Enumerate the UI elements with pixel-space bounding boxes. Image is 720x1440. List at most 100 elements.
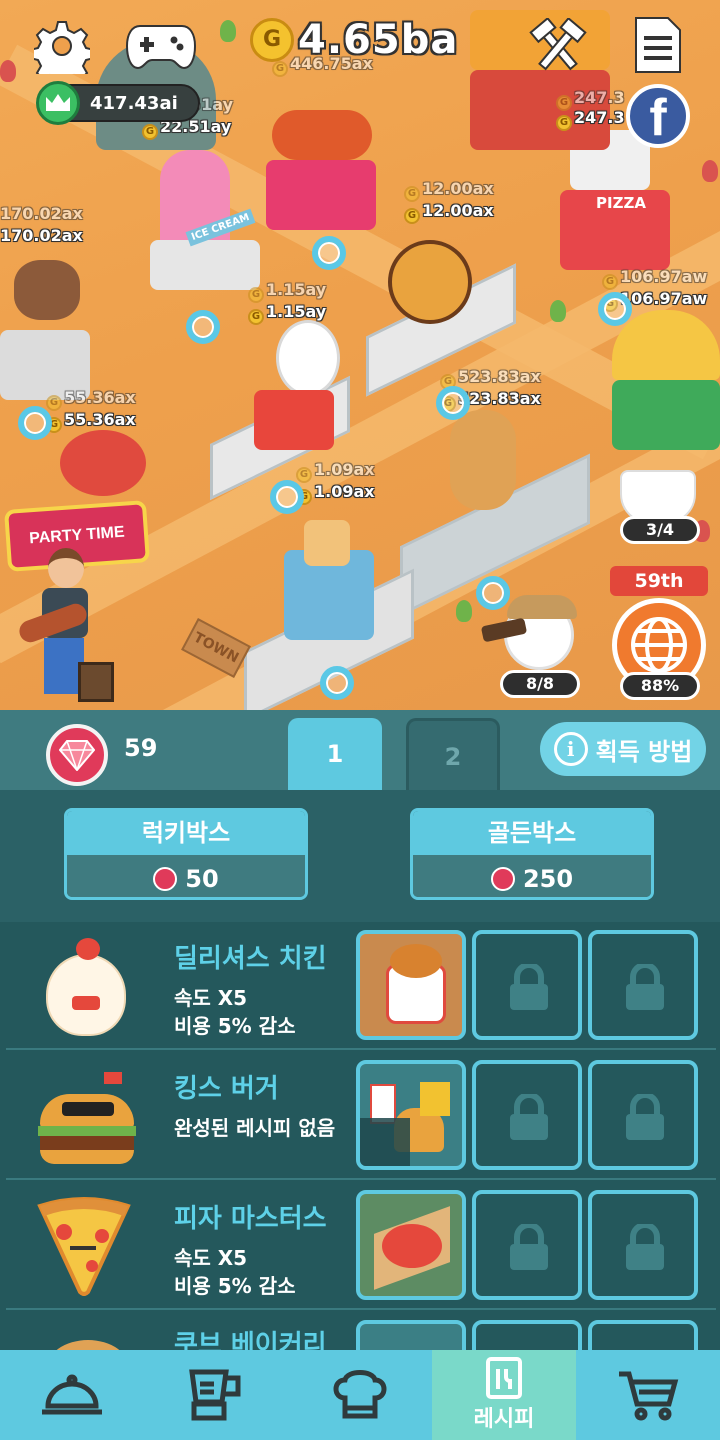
golden-box-button[interactable]: 골든박스 250: [410, 808, 654, 900]
lucky-box-button[interactable]: 럭키박스 50: [64, 808, 308, 900]
nav-serving[interactable]: [0, 1350, 144, 1440]
upgrade-ring-button[interactable]: [320, 666, 354, 700]
lock-icon: [626, 964, 664, 1010]
how-to-get-label: 획득 방법: [595, 737, 693, 766]
coffee-counter: 3/4: [620, 516, 700, 544]
document-icon[interactable]: [634, 16, 682, 74]
pancake-building[interactable]: [400, 410, 600, 617]
party-time-label: PARTY TIME: [28, 523, 126, 548]
upgrade-ring-button[interactable]: [312, 236, 346, 270]
gem-bar: 59 1 2 i 획득 방법: [0, 710, 720, 790]
earning-label: G 1.09ax: [296, 460, 375, 483]
recipe-slot-locked[interactable]: [588, 1320, 698, 1350]
crown-currency: 417.43ai: [36, 81, 200, 125]
golden-box-label: 골든박스: [413, 811, 651, 855]
recipe-row[interactable]: 딜리셔스 치킨 속도 X5 비용 5% 감소: [6, 922, 716, 1050]
coin-icon: G: [248, 309, 264, 325]
recipe-list[interactable]: 딜리셔스 치킨 속도 X5 비용 5% 감소 킹스 버거 완성된 레시피 없음: [0, 922, 720, 1350]
upgrade-ring-button[interactable]: [18, 406, 52, 440]
nav-chef[interactable]: [288, 1350, 432, 1440]
toast-building[interactable]: [244, 520, 424, 710]
settings-gear-icon[interactable]: [29, 18, 95, 87]
recipe-slot-locked[interactable]: [472, 1190, 582, 1300]
recipe-slot-pizza[interactable]: [356, 1190, 466, 1300]
hammers-icon[interactable]: [528, 16, 588, 74]
recipe-slot-locked[interactable]: [588, 1060, 698, 1170]
tab-page-1[interactable]: 1: [288, 718, 382, 790]
city-map[interactable]: ICE CREAM PIZZA TOWN 51ay G 22.51ay G 24…: [0, 0, 720, 710]
tree: [702, 160, 718, 182]
globe-percent: 88%: [620, 672, 700, 700]
how-to-get-button[interactable]: i 획득 방법: [540, 722, 706, 776]
amplifier: [78, 662, 114, 702]
nav-recipe[interactable]: 레시피: [432, 1350, 576, 1440]
nav-shop[interactable]: [576, 1350, 720, 1440]
coin-icon: G: [296, 467, 312, 483]
pizza-building[interactable]: PIZZA: [560, 130, 670, 280]
burger-building[interactable]: [366, 240, 526, 397]
recipe-book-icon: [486, 1357, 522, 1399]
recipe-desc: 완성된 레시피 없음: [174, 1116, 336, 1140]
upgrade-ring-button[interactable]: [476, 576, 510, 610]
crown-icon: [36, 81, 80, 125]
recipe-slot-locked[interactable]: [472, 1060, 582, 1170]
recipe-slot-burger-set[interactable]: [356, 1060, 466, 1170]
upgrade-ring-button[interactable]: [270, 480, 304, 514]
serving-cloche-icon: [42, 1374, 102, 1415]
recipe-name: 딜리셔스 치킨: [174, 944, 327, 974]
tree: [456, 600, 472, 622]
gamepad-icon[interactable]: [125, 22, 197, 70]
tree: [0, 60, 16, 82]
facebook-icon[interactable]: f: [626, 84, 690, 148]
coin-icon: G: [272, 61, 288, 77]
recipe-row[interactable]: 피자 마스터스 속도 X5 비용 5% 감소: [6, 1182, 716, 1310]
burger-mascot-icon: [32, 1066, 136, 1166]
tree: [550, 300, 566, 322]
recipe-row[interactable]: 쿠브 베이커리: [6, 1312, 716, 1350]
rank-ribbon: 59th: [610, 566, 708, 596]
shopping-cart-icon: [619, 1371, 679, 1421]
earning-label: G 106.97aw: [602, 267, 707, 290]
taco-building[interactable]: [612, 310, 720, 450]
ruby-gem-icon: [46, 724, 108, 786]
upgrade-ring-button[interactable]: [186, 310, 220, 344]
icecream-building[interactable]: ICE CREAM: [150, 150, 270, 300]
earning-label: G 12.00ax: [404, 179, 494, 202]
recipe-row[interactable]: 킹스 버거 완성된 레시피 없음: [6, 1052, 716, 1180]
pizza-mascot-icon: [32, 1196, 136, 1296]
box-row: 럭키박스 50 골든박스 250: [0, 790, 720, 922]
recipe-slot-locked[interactable]: [588, 930, 698, 1040]
recipe-slot-locked[interactable]: [472, 1320, 582, 1350]
info-icon: i: [553, 732, 588, 766]
recipe-desc: 비용 5% 감소: [174, 1274, 296, 1298]
earning-label: G 12.00ax: [404, 201, 494, 224]
coin-icon: G: [556, 115, 572, 131]
chicken-building[interactable]: [200, 320, 360, 501]
golden-box-price: 250: [413, 855, 651, 897]
lock-icon: [510, 1094, 548, 1140]
tree: [220, 20, 236, 42]
recipe-slot-locked[interactable]: [588, 1190, 698, 1300]
chicken-mascot-icon: [32, 936, 136, 1036]
recipe-desc: 비용 5% 감소: [174, 1014, 296, 1038]
lock-icon: [626, 1094, 664, 1140]
earning-label: G 1.09ax: [296, 482, 375, 505]
tab-page-2[interactable]: 2: [406, 718, 500, 790]
earning-label: G 247.3: [556, 108, 625, 131]
blender-icon: [189, 1369, 241, 1421]
nav-blender[interactable]: [144, 1350, 288, 1440]
ruby-gem-icon: [153, 867, 178, 891]
lock-icon: [510, 1224, 548, 1270]
coin-icon: G: [46, 395, 62, 411]
gem-count: 59: [124, 734, 158, 762]
upgrade-ring-button[interactable]: [436, 386, 470, 420]
recipe-slot-bakery[interactable]: [356, 1320, 466, 1350]
hotdog-building[interactable]: [266, 110, 376, 230]
coin-icon: G: [248, 287, 264, 303]
chef-hat-icon: [333, 1370, 387, 1419]
recipe-slot-fried-chicken[interactable]: [356, 930, 466, 1040]
upgrade-ring-button[interactable]: [598, 292, 632, 326]
recipe-desc: 속도 X5: [174, 986, 248, 1010]
earning-label: G 1.15ay: [248, 302, 326, 325]
recipe-slot-locked[interactable]: [472, 930, 582, 1040]
